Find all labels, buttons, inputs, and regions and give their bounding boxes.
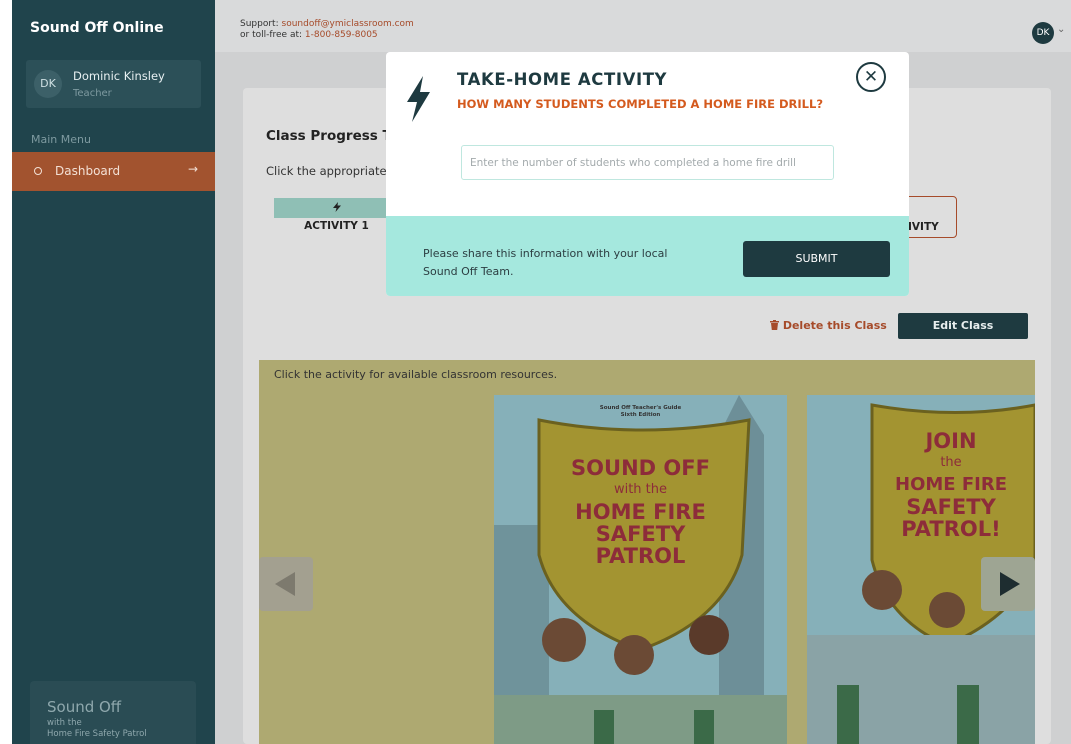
cover-1-title: SOUND OFF with the HOME FIRE SAFETY PATR… (494, 457, 787, 567)
footer-line-1: with the (47, 718, 82, 728)
activity-1-tab[interactable] (274, 198, 399, 218)
students-count-input[interactable] (461, 145, 834, 180)
arrow-right-icon (1000, 572, 1020, 596)
user-card[interactable]: DK Dominic Kinsley Teacher (26, 60, 201, 108)
cover-2-line-4: SAFETY (906, 495, 996, 519)
sidebar: Sound Off Online DK Dominic Kinsley Teac… (12, 0, 215, 744)
resources-instruction: Click the activity for available classro… (274, 368, 558, 381)
arrow-left-icon (275, 572, 295, 596)
brand-title[interactable]: Sound Off Online (30, 20, 164, 36)
tollfree-number-link[interactable]: 1-800-859-8005 (305, 30, 378, 40)
carousel-prev-button[interactable] (259, 557, 313, 611)
modal-title: TAKE-HOME ACTIVITY (457, 70, 668, 89)
menu-title: Main Menu (31, 133, 91, 146)
modal-footer: Please share this information with your … (386, 216, 909, 296)
delete-class-button[interactable]: Delete this Class (770, 319, 887, 332)
cover-2-line-3: HOME FIRE (895, 474, 1007, 495)
activity-tab-label[interactable]: IVITY (908, 221, 939, 233)
guide-line-1: Sound Off Teacher's Guide (599, 405, 682, 411)
take-home-activity-modal: TAKE-HOME ACTIVITY HOW MANY STUDENTS COM… (386, 52, 909, 296)
close-icon[interactable]: ✕ (856, 62, 886, 92)
user-name: Dominic Kinsley (73, 69, 165, 83)
cover-1-line-1: SOUND OFF (571, 456, 710, 480)
carousel-next-button[interactable] (981, 557, 1035, 611)
user-menu-avatar[interactable]: DK (1032, 22, 1054, 44)
footer-title: Sound Off (47, 698, 122, 716)
arrow-right-icon: → (188, 162, 199, 176)
sidebar-item-dashboard[interactable]: Dashboard → (12, 152, 215, 191)
trash-icon (770, 320, 779, 330)
cover-2-line-5: PATROL! (901, 517, 1001, 541)
support-email-link[interactable]: soundoff@ymiclassroom.com (282, 19, 414, 29)
modal-footer-text: Please share this information with your … (423, 245, 667, 281)
support-label: Support: (240, 19, 279, 29)
cover-2-line-2: the (940, 455, 962, 470)
submit-button[interactable]: SUBMIT (743, 241, 890, 277)
footer-text-line-2: Sound Off Team. (423, 265, 514, 278)
topbar: Support: soundoff@ymiclassroom.com or to… (215, 0, 1071, 52)
cover-1-line-2: with the (613, 482, 668, 497)
avatar: DK (34, 70, 62, 98)
lightning-bolt-icon (332, 202, 341, 212)
page-title: Class Progress Tra (266, 128, 406, 144)
circle-bullet-icon (34, 167, 42, 175)
sidebar-item-label: Dashboard (55, 164, 121, 178)
footer-subtitle: with the Home Fire Safety Patrol (47, 718, 147, 740)
cover-1-line-5: PATROL (595, 544, 686, 568)
cover-1-line-3: HOME FIRE (575, 500, 706, 524)
classroom-resources-panel: Click the activity for available classro… (259, 360, 1035, 744)
edit-class-button[interactable]: Edit Class (898, 313, 1028, 339)
cover-2-line-1: JOIN (925, 429, 977, 453)
modal-subtitle: HOW MANY STUDENTS COMPLETED A HOME FIRE … (457, 97, 823, 111)
support-info: Support: soundoff@ymiclassroom.com or to… (240, 19, 414, 41)
footer-text-line-1: Please share this information with your … (423, 247, 668, 260)
activity-1-label[interactable]: ACTIVITY 1 (274, 220, 399, 232)
lightning-bolt-icon (407, 76, 430, 122)
cover-guide-label: Sound Off Teacher's Guide Sixth Edition (494, 405, 787, 419)
delete-class-label: Delete this Class (782, 319, 887, 332)
cover-illustration (494, 395, 787, 744)
chevron-down-icon[interactable]: ⌄ (1057, 24, 1065, 35)
guide-line-2: Sixth Edition (620, 412, 661, 418)
user-role: Teacher (73, 88, 112, 99)
sidebar-footer-logo: Sound Off with the Home Fire Safety Patr… (30, 681, 196, 744)
activity-cover-1[interactable]: Sound Off Teacher's Guide Sixth Edition … (494, 395, 787, 744)
footer-line-2: Home Fire Safety Patrol (47, 729, 147, 739)
cover-2-title: JOIN the HOME FIRE SAFETY PATROL! (867, 430, 1035, 540)
cover-1-line-4: SAFETY (595, 522, 686, 546)
page-description: Click the appropriate b (266, 164, 398, 178)
tollfree-label: or toll-free at: (240, 30, 303, 40)
